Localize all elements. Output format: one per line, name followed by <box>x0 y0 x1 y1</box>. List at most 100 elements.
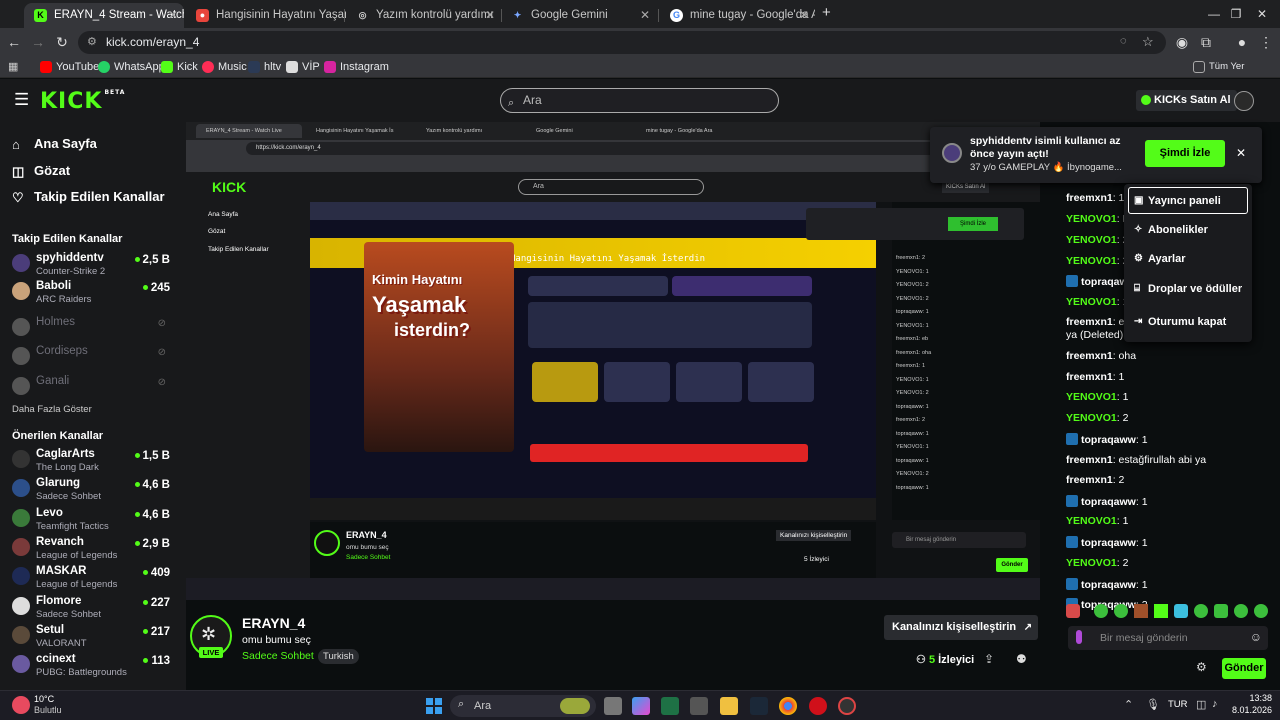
sidebar-channel[interactable]: Baboli ARC Raiders 245 <box>12 280 182 310</box>
reload-icon[interactable]: ↻ <box>52 32 72 52</box>
bookmark-whatsapp[interactable]: WhatsApp <box>98 56 165 78</box>
sidebar-channel[interactable]: Levo Teamfight Tactics 4,6 B <box>12 507 182 537</box>
emote-icon[interactable] <box>1154 604 1168 618</box>
site-info-icon[interactable]: ⚙ <box>87 35 97 48</box>
weather-icon[interactable] <box>12 696 30 714</box>
browser-tab[interactable]: ● Hangisinin Hayatını Yaşamak İs <box>186 3 346 28</box>
back-icon[interactable]: ← <box>4 32 24 52</box>
menu-item-settings[interactable]: ⚙ Ayarlar <box>1134 253 1186 265</box>
network-icon[interactable]: ◫ <box>1196 698 1206 711</box>
tray-chevron-icon[interactable]: ⌃ <box>1124 698 1133 711</box>
menu-icon[interactable]: ⋮ <box>1256 32 1276 52</box>
address-bar[interactable]: ⚙ kick.com/erayn_4 ◌ ☆ <box>78 31 1166 54</box>
file-explorer-icon[interactable] <box>720 697 738 715</box>
sidebar-channel[interactable]: ccinext PUBG: Battlegrounds 113 <box>12 653 182 683</box>
chat-settings-gear-icon[interactable]: ⚙ <box>1196 660 1207 674</box>
opera-gx-icon[interactable] <box>809 697 827 715</box>
task-view-icon[interactable] <box>604 697 622 715</box>
bookmark-instagram[interactable]: Instagram <box>324 56 389 78</box>
close-window-icon[interactable]: ✕ <box>1240 0 1280 28</box>
emote-icon[interactable] <box>1254 604 1268 618</box>
sidebar-channel[interactable]: Cordiseps ⊘ <box>12 345 182 375</box>
search-input[interactable]: ⌕ Ara <box>500 88 779 113</box>
app-icon[interactable] <box>838 697 856 715</box>
emote-icon[interactable] <box>1066 604 1080 618</box>
windows-start-icon[interactable] <box>426 698 442 714</box>
channel-name[interactable]: ERAYN_4 <box>242 615 305 631</box>
language-indicator[interactable]: TUR <box>1168 699 1188 710</box>
taskbar-search[interactable]: ⌕ Ara <box>450 695 596 717</box>
add-user-icon[interactable]: ⚉ <box>1016 652 1027 666</box>
menu-item-subscriptions[interactable]: ✧ Abonelikler <box>1134 224 1208 236</box>
microphone-icon[interactable]: 🎙 <box>1146 698 1160 711</box>
emote-icon[interactable] <box>1214 604 1228 618</box>
browser-tab[interactable]: ✦ Google Gemini ✕ <box>501 3 656 28</box>
watch-now-button[interactable]: Şimdi İzle <box>1145 140 1225 167</box>
menu-item-drops[interactable]: ⌸ Droplar ve ödüller <box>1134 283 1242 295</box>
chrome-icon[interactable] <box>779 697 797 715</box>
chat-username[interactable]: YENOVO1 <box>1066 296 1117 308</box>
chat-username[interactable]: YENOVO1 <box>1066 391 1117 403</box>
emote-icon[interactable] <box>1234 604 1248 618</box>
chat-username[interactable]: topraqaww <box>1081 537 1136 549</box>
sidebar-channel[interactable]: Holmes ⊘ <box>12 316 182 346</box>
customize-channel-button[interactable]: Kanalınızı kişiselleştirin ↗ <box>884 615 1039 640</box>
volume-icon[interactable]: ♪ <box>1212 698 1218 710</box>
stream-category[interactable]: Sadece Sohbet <box>242 650 314 662</box>
sidebar-channel[interactable]: Ganali ⊘ <box>12 375 182 405</box>
sidebar-channel[interactable]: Flomore Sadece Sohbet 227 <box>12 595 182 625</box>
chat-username[interactable]: YENOVO1 <box>1066 515 1117 527</box>
sidebar-item-home[interactable]: ⌂ Ana Sayfa <box>12 136 97 152</box>
chat-username[interactable]: YENOVO1 <box>1066 213 1117 225</box>
extension-icon[interactable]: ◉ <box>1172 32 1192 52</box>
chat-username[interactable]: topraqaww <box>1081 496 1136 508</box>
bookmark-youtube[interactable]: YouTube <box>40 56 99 78</box>
bookmark-music[interactable]: Music <box>202 56 247 78</box>
steam-icon[interactable] <box>750 697 768 715</box>
chat-username[interactable]: freemxn1 <box>1066 454 1113 466</box>
sidebar-channel[interactable]: Setul VALORANT 217 <box>12 624 182 654</box>
chat-username[interactable]: freemxn1 <box>1066 350 1113 362</box>
eye-off-icon[interactable]: ◌ <box>1120 35 1127 47</box>
apps-grid-icon[interactable]: ▦ <box>8 60 18 73</box>
chat-username[interactable]: freemxn1 <box>1066 192 1113 204</box>
sidebar-channel[interactable]: Glarung Sadece Sohbet 4,6 B <box>12 477 182 507</box>
chat-username[interactable]: YENOVO1 <box>1066 412 1117 424</box>
sidebar-item-browse[interactable]: ◫ Gözat <box>12 163 70 179</box>
share-icon[interactable]: ⇪ <box>984 652 994 666</box>
kick-logo[interactable]: KICK BETA <box>40 89 125 114</box>
chat-username[interactable]: YENOVO1 <box>1066 255 1117 267</box>
chat-input[interactable]: Bir mesaj gönderin ☺ <box>1068 626 1268 650</box>
sidebar-channel[interactable]: spyhiddentv Counter-Strike 2 2,5 B <box>12 252 182 282</box>
language-tag[interactable]: Turkish <box>318 649 359 664</box>
sidebar-channel[interactable]: CaglarArts The Long Dark 1,5 B <box>12 448 182 478</box>
bookmark-kick[interactable]: Kick <box>161 56 198 78</box>
menu-item-creator-dashboard[interactable]: ▣ Yayıncı paneli <box>1134 195 1221 207</box>
close-tab-icon[interactable]: ✕ <box>485 3 495 28</box>
sidebar-channel[interactable]: Revanch League of Legends 2,9 B <box>12 536 182 566</box>
user-avatar[interactable] <box>1234 91 1254 111</box>
chat-username[interactable]: freemxn1 <box>1066 316 1113 328</box>
show-more-link[interactable]: Daha Fazla Göster <box>12 404 92 415</box>
close-tab-icon[interactable]: ✕ <box>640 3 650 28</box>
clock-time[interactable]: 13:38 <box>1226 693 1272 703</box>
buy-kicks-button[interactable]: KICKs Satın Al <box>1136 90 1237 111</box>
emote-icon[interactable] <box>1174 604 1188 618</box>
profile-avatar[interactable]: ● <box>1232 32 1252 52</box>
emote-icon[interactable] <box>1094 604 1108 618</box>
hamburger-menu-icon[interactable]: ☰ <box>14 90 29 110</box>
emote-icon[interactable] <box>1114 604 1128 618</box>
chat-username[interactable]: freemxn1 <box>1066 474 1113 486</box>
close-tab-icon[interactable]: ✕ <box>168 3 178 28</box>
excel-icon[interactable] <box>661 697 679 715</box>
emote-icon[interactable] <box>1194 604 1208 618</box>
bookmark-vip[interactable]: VİP <box>286 56 320 78</box>
puzzle-icon[interactable]: ⧉ <box>1196 32 1216 52</box>
emoji-icon[interactable]: ☺ <box>1250 630 1262 644</box>
browser-tab[interactable]: G mine tugay - Google'da Ara ✕ <box>660 3 815 28</box>
close-icon[interactable]: ✕ <box>1236 146 1246 160</box>
menu-item-logout[interactable]: ⇥ Oturumu kapat <box>1134 316 1226 328</box>
chat-username[interactable]: topraqaww <box>1081 579 1136 591</box>
browser-tab[interactable]: K ERAYN_4 Stream - Watch Live o ✕ <box>24 3 184 28</box>
close-tab-icon[interactable]: ✕ <box>799 3 809 28</box>
